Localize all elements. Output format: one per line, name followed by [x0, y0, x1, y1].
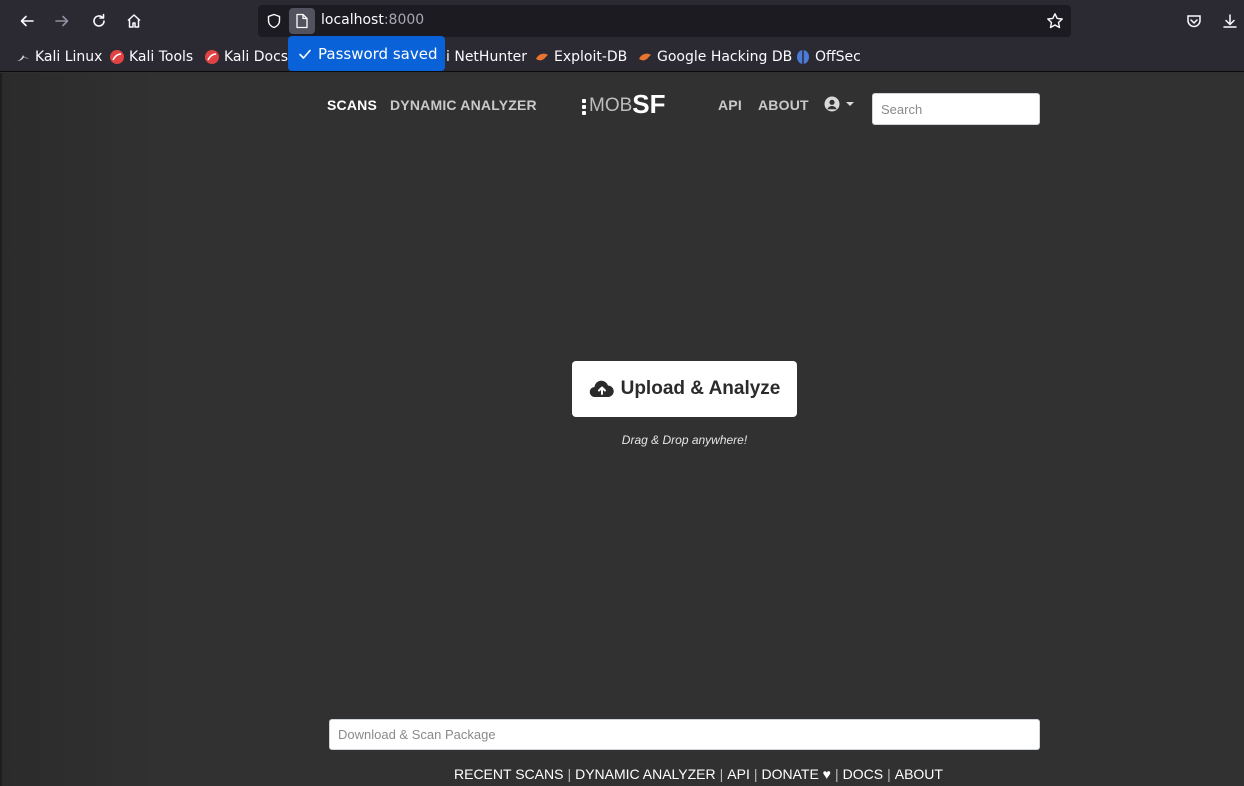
footer-dynamic-analyzer[interactable]: DYNAMIC ANALYZER [575, 766, 716, 782]
footer-donate[interactable]: DONATE ♥ [761, 766, 831, 782]
footer-about[interactable]: ABOUT [895, 766, 943, 782]
browser-toolbar: localhost:8000 [0, 0, 1244, 42]
nav-dynamic-analyzer[interactable]: DYNAMIC ANALYZER [390, 97, 537, 113]
user-menu-dropdown[interactable] [824, 96, 854, 112]
back-button[interactable] [13, 7, 41, 35]
kali-dragon-icon [15, 49, 31, 65]
ghdb-icon [637, 49, 653, 65]
nav-api[interactable]: API [718, 97, 742, 113]
url-text[interactable]: localhost:8000 [321, 12, 424, 28]
footer-links: RECENT SCANS | DYNAMIC ANALYZER | API | DONATE… [454, 766, 943, 782]
bookmark-offsec[interactable]: OffSec [795, 47, 861, 67]
nav-about[interactable]: ABOUT [758, 97, 809, 113]
pocket-button[interactable] [1180, 7, 1208, 35]
home-button[interactable] [120, 7, 148, 35]
home-icon [127, 14, 141, 28]
footer-recent-scans[interactable]: RECENT SCANS [454, 766, 563, 782]
url-bar[interactable]: localhost:8000 [258, 5, 1071, 37]
drag-drop-hint: Drag & Drop anywhere! [621, 433, 748, 447]
kali-docs-icon [204, 49, 220, 65]
page-info-icon[interactable] [289, 8, 315, 34]
upload-label: Upload & Analyze [620, 378, 781, 399]
user-circle-icon [824, 96, 840, 112]
footer-api[interactable]: API [727, 766, 750, 782]
page-shade [2, 73, 162, 786]
logo-sf-text: SF [632, 89, 666, 119]
footer-docs[interactable]: DOCS [843, 766, 883, 782]
bookmark-google-hacking-db[interactable]: Google Hacking DB [637, 47, 792, 67]
logo-dots [582, 99, 586, 115]
exploit-db-icon [534, 49, 550, 65]
reload-icon [93, 13, 105, 27]
download-icon [1223, 14, 1237, 28]
upload-analyze-button[interactable]: Upload & Analyze [572, 361, 797, 417]
bookmark-kali-tools[interactable]: Kali Tools [109, 47, 193, 67]
footer-separator: | [719, 766, 724, 782]
checkmark-icon [298, 47, 312, 61]
caret-down-icon [846, 102, 854, 106]
arrow-right-icon [55, 15, 69, 27]
password-saved-toast: Password saved [288, 36, 445, 71]
forward-button[interactable] [48, 7, 76, 35]
reload-button[interactable] [85, 7, 113, 35]
offsec-icon [795, 49, 811, 65]
cloud-upload-icon [589, 380, 614, 398]
footer-separator: | [567, 766, 572, 782]
shield-icon[interactable] [264, 11, 284, 31]
kali-tools-icon [109, 49, 125, 65]
pocket-icon [1187, 15, 1201, 28]
package-download-input[interactable] [329, 719, 1040, 750]
downloads-button[interactable] [1216, 7, 1244, 35]
search-input[interactable] [872, 93, 1040, 125]
footer-separator: | [835, 766, 839, 782]
bookmarks-bar: Kali Linux Kali Tools Kali Docs i NetHun… [0, 42, 1244, 72]
bookmark-kali-linux[interactable]: Kali Linux [15, 47, 102, 67]
bookmark-kali-docs[interactable]: Kali Docs [204, 47, 288, 67]
footer-separator: | [887, 766, 891, 782]
bookmark-star-icon[interactable] [1045, 11, 1065, 31]
bookmark-nethunter[interactable]: i NetHunter [446, 47, 527, 67]
mobsf-logo[interactable]: MOB SF [582, 91, 666, 117]
arrow-left-icon [20, 15, 34, 27]
logo-mob-text: MOB [589, 95, 633, 116]
footer-separator: | [753, 766, 758, 782]
bookmark-exploit-db[interactable]: Exploit-DB [534, 47, 627, 67]
nav-scans[interactable]: SCANS [327, 97, 377, 113]
page-content: SCANS DYNAMIC ANALYZER MOB SF API ABOUT … [0, 73, 1244, 786]
